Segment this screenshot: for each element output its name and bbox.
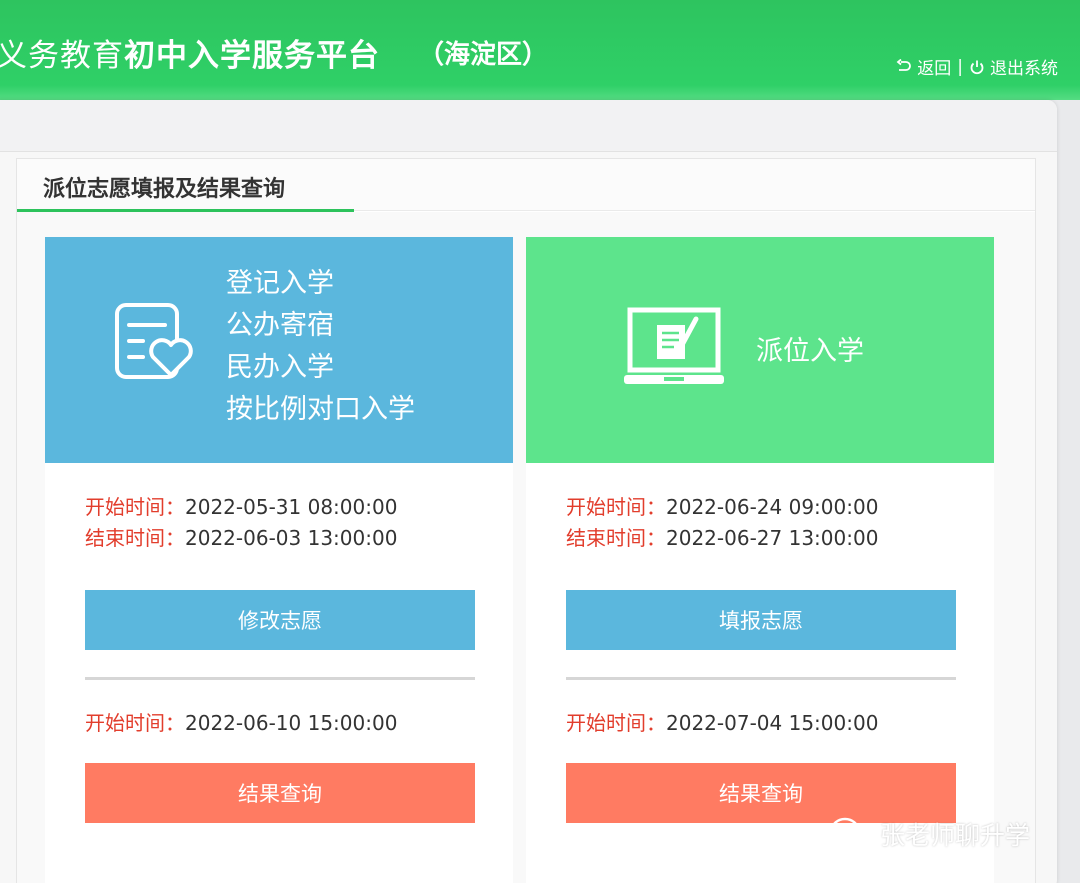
- start-time-label: 开始时间：: [85, 495, 185, 519]
- option-public-boarding: 公办寄宿: [226, 310, 334, 341]
- start-time-row: 开始时间：2022-05-31 08:00:00: [85, 491, 397, 520]
- watermark-text: 张老师聊升学: [880, 821, 1031, 850]
- header-separator: |: [957, 56, 963, 77]
- registration-options: 登记入学 公办寄宿 民办入学 按比例对口入学: [226, 263, 415, 431]
- start-time-row: 开始时间：2022-06-24 09:00:00: [566, 491, 878, 520]
- end-time-label: 结束时间：: [85, 526, 185, 550]
- option-proportional: 按比例对口入学: [226, 394, 415, 425]
- card-divider: [566, 677, 956, 680]
- panel-toolbar: [0, 100, 1057, 152]
- logout-label: 退出系统: [990, 59, 1058, 79]
- card-divider: [85, 677, 475, 680]
- start-time-label: 开始时间：: [566, 495, 666, 519]
- back-arrow-icon: [896, 58, 912, 71]
- result-query-button[interactable]: 结果查询: [85, 763, 475, 823]
- watermark: 张老师聊升学: [830, 816, 1030, 852]
- start-time-value: 2022-05-31 08:00:00: [185, 495, 398, 519]
- registration-banner[interactable]: 登记入学 公办寄宿 民办入学 按比例对口入学: [45, 237, 513, 463]
- end-time-value: 2022-06-03 13:00:00: [185, 526, 398, 550]
- result-query-button[interactable]: 结果查询: [566, 763, 956, 823]
- start-time-value: 2022-06-24 09:00:00: [666, 495, 879, 519]
- end-time-value: 2022-06-27 13:00:00: [666, 526, 879, 550]
- end-time-row: 结束时间：2022-06-27 13:00:00: [566, 522, 878, 551]
- wechat-icon: [830, 817, 870, 849]
- back-label: 返回: [917, 59, 952, 79]
- card-lottery: 派位入学 开始时间：2022-06-24 09:00:00 结束时间：2022-…: [526, 237, 994, 883]
- form-heart-icon: [115, 303, 193, 379]
- back-button[interactable]: 返回: [896, 54, 951, 79]
- lottery-banner-title: 派位入学: [756, 336, 864, 367]
- header-actions: 返回 | 退出系统: [896, 54, 1058, 79]
- tab-assignment-query[interactable]: 派位志愿填报及结果查询: [17, 159, 354, 212]
- fill-choice-button[interactable]: 填报志愿: [566, 590, 956, 650]
- lottery-banner[interactable]: 派位入学: [526, 237, 994, 463]
- power-icon: [970, 60, 984, 74]
- result-start-value: 2022-06-10 15:00:00: [185, 711, 398, 735]
- logout-button[interactable]: 退出系统: [969, 54, 1058, 79]
- result-start-row: 开始时间：2022-06-10 15:00:00: [85, 707, 397, 736]
- result-start-value: 2022-07-04 15:00:00: [666, 711, 879, 735]
- card-registration: 登记入学 公办寄宿 民办入学 按比例对口入学 开始时间：2022-05-31 0…: [45, 237, 513, 883]
- end-time-row: 结束时间：2022-06-03 13:00:00: [85, 522, 397, 551]
- cards-area: 登记入学 公办寄宿 民办入学 按比例对口入学 开始时间：2022-05-31 0…: [17, 212, 1035, 883]
- content-box: 派位志愿填报及结果查询 登记入学 公办寄宿 民办入学 按比例对口入学 开始时间：…: [16, 158, 1036, 883]
- platform-title: 初中入学服务平台: [124, 38, 380, 74]
- main-panel: 派位志愿填报及结果查询 登记入学 公办寄宿 民办入学 按比例对口入学 开始时间：…: [0, 100, 1057, 883]
- option-registration: 登记入学: [226, 268, 334, 299]
- tabs-row: 派位志愿填报及结果查询: [17, 159, 1035, 212]
- brand-prefix: 义务教育: [0, 38, 124, 74]
- end-time-label: 结束时间：: [566, 526, 666, 550]
- modify-choice-button[interactable]: 修改志愿: [85, 590, 475, 650]
- option-private: 民办入学: [226, 352, 334, 383]
- laptop-document-icon: [624, 307, 724, 384]
- result-start-row: 开始时间：2022-07-04 15:00:00: [566, 707, 878, 736]
- district-label: （海淀区）: [418, 40, 549, 70]
- top-header: 义务教育 初中入学服务平台 （海淀区） 返回 | 退出系统: [0, 0, 1080, 100]
- result-start-label: 开始时间：: [85, 711, 185, 735]
- result-start-label: 开始时间：: [566, 711, 666, 735]
